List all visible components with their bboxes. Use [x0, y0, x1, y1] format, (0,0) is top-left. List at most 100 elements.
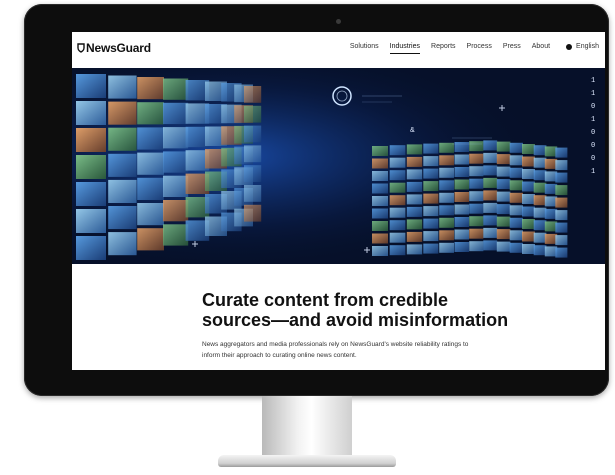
- video-tile: [137, 127, 164, 150]
- video-tile: [76, 236, 106, 260]
- video-tile: [439, 192, 454, 203]
- video-tile: [469, 216, 484, 227]
- video-tile: [423, 156, 439, 167]
- monitor-stand-neck: [262, 396, 352, 458]
- video-tile: [454, 142, 469, 152]
- video-tile: [454, 192, 469, 202]
- binary-digit: 1: [591, 77, 595, 85]
- video-tile: [555, 197, 568, 208]
- video-tile: [555, 222, 568, 233]
- video-tile: [389, 145, 406, 156]
- video-tile: [389, 182, 406, 193]
- video-tile: [372, 208, 388, 219]
- video-tile: [555, 147, 568, 158]
- video-tile: [509, 217, 523, 228]
- video-tile: [469, 228, 484, 239]
- nav-item-reports[interactable]: Reports: [431, 43, 456, 50]
- video-tile: [76, 209, 106, 233]
- nav-item-press[interactable]: Press: [503, 43, 521, 50]
- hero-symbol: &: [410, 127, 415, 134]
- video-tile: [533, 220, 547, 231]
- video-tile: [533, 245, 547, 256]
- video-tile: [406, 156, 423, 167]
- video-tile: [137, 152, 164, 175]
- video-tile: [555, 160, 568, 171]
- video-tile: [454, 229, 469, 240]
- video-tile: [509, 142, 523, 153]
- video-tile: [406, 181, 423, 192]
- hero-video-wall-graphic: & 1 1 0 1 0 0 0 1: [72, 68, 605, 264]
- video-tile: [522, 231, 535, 242]
- video-tile: [423, 143, 439, 154]
- video-tile: [555, 210, 568, 221]
- video-tile: [372, 158, 388, 169]
- video-tile: [509, 230, 523, 241]
- video-tile: [533, 157, 547, 168]
- video-tile: [454, 154, 469, 165]
- newsguard-logo[interactable]: NewsGuard: [77, 41, 151, 55]
- video-tile: [389, 232, 406, 243]
- video-tile: [137, 102, 164, 125]
- nav-item-industries[interactable]: Industries: [389, 43, 421, 54]
- video-tile: [454, 167, 469, 177]
- video-tile: [483, 240, 498, 251]
- video-tile: [244, 165, 262, 182]
- video-tile: [163, 200, 189, 222]
- binary-digit: 0: [591, 129, 595, 137]
- language-selector[interactable]: English: [566, 43, 599, 50]
- video-tile: [522, 219, 535, 229]
- video-tile: [244, 145, 262, 163]
- video-tile: [76, 128, 106, 152]
- video-tile: [423, 193, 439, 204]
- video-tile: [76, 182, 106, 206]
- video-tile: [423, 206, 439, 217]
- binary-digit: 1: [591, 90, 595, 98]
- video-tile: [522, 244, 535, 254]
- video-tile: [372, 233, 388, 244]
- video-tile: [496, 166, 511, 177]
- video-tile: [163, 175, 189, 197]
- video-tile: [76, 101, 106, 125]
- video-tile: [469, 203, 484, 214]
- binary-digit: 1: [591, 168, 595, 176]
- nav-item-process[interactable]: Process: [467, 43, 492, 50]
- nav-item-solutions[interactable]: Solutions: [350, 43, 379, 50]
- video-tile: [496, 179, 511, 190]
- monitor-stand-base: [218, 455, 396, 467]
- video-tile: [372, 183, 388, 194]
- video-tile: [163, 78, 189, 100]
- video-tile: [372, 146, 388, 156]
- video-tile: [439, 230, 454, 241]
- headline-line-2: sources—and avoid misinformation: [202, 310, 509, 330]
- nav-item-about[interactable]: About: [532, 43, 550, 50]
- video-tile: [372, 246, 388, 256]
- video-tile: [372, 196, 388, 206]
- video-tile: [389, 245, 406, 256]
- main-menu: Solutions Industries Reports Process Pre…: [339, 43, 599, 54]
- video-tile: [244, 86, 262, 103]
- video-tile: [509, 205, 523, 216]
- video-tile: [389, 170, 406, 181]
- video-tile: [522, 144, 535, 154]
- language-label: English: [576, 43, 599, 50]
- globe-icon: [566, 43, 573, 50]
- video-tile: [108, 127, 137, 151]
- video-tile: [137, 228, 164, 251]
- video-tile: [108, 232, 137, 256]
- video-tile: [469, 191, 484, 202]
- video-tile: [406, 206, 423, 217]
- video-tile: [163, 151, 189, 173]
- video-tile: [439, 217, 454, 228]
- video-tile: [406, 231, 423, 242]
- video-tile: [483, 165, 498, 176]
- video-tile: [509, 242, 523, 253]
- video-tile: [509, 192, 523, 203]
- video-tile: [509, 155, 523, 166]
- video-tile: [423, 168, 439, 179]
- video-tile: [496, 191, 511, 202]
- video-tile: [469, 153, 484, 164]
- video-tile: [108, 179, 137, 203]
- video-tile: [372, 171, 388, 181]
- video-tile: [108, 153, 137, 177]
- video-tile: [469, 141, 484, 152]
